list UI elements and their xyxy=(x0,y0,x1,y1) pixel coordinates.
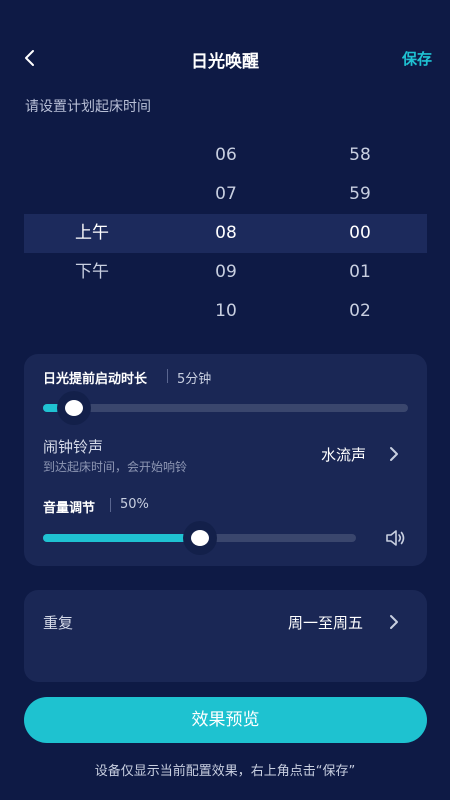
divider xyxy=(110,498,111,512)
settings-card: 日光提前启动时长 5分钟 闹钟铃声 到达起床时间，会开始响铃 水流声 音量调节 … xyxy=(24,354,427,566)
hour-option-selected[interactable]: 08 xyxy=(186,214,266,253)
divider xyxy=(167,369,168,383)
sunlight-duration-label: 日光提前启动时长 xyxy=(43,372,148,387)
slider-knob xyxy=(190,530,209,546)
hour-option[interactable]: 06 xyxy=(186,136,266,175)
repeat-label: 重复 xyxy=(43,614,74,632)
volume-slider-handle[interactable] xyxy=(182,521,217,555)
volume-slider-fill xyxy=(43,534,200,542)
volume-value: 50% xyxy=(120,497,149,512)
minute-option[interactable]: 58 xyxy=(320,136,400,175)
sunlight-duration-value: 5分钟 xyxy=(177,372,212,387)
alarm-ringtone-value[interactable]: 水流声 xyxy=(321,444,366,465)
alarm-ringtone-title: 闹钟铃声 xyxy=(43,438,104,456)
minute-option[interactable]: 59 xyxy=(320,175,400,214)
ampm-option[interactable]: 上午 xyxy=(52,214,132,253)
hour-option[interactable]: 10 xyxy=(186,292,266,331)
minute-option-selected[interactable]: 00 xyxy=(320,214,400,253)
ampm-option[interactable]: 下午 xyxy=(52,253,132,292)
header-bar: 日光唤醒 保存 xyxy=(0,36,450,80)
wake-time-instruction: 请设置计划起床时间 xyxy=(25,99,151,115)
speaker-icon[interactable] xyxy=(384,527,408,549)
hour-option[interactable]: 09 xyxy=(186,253,266,292)
repeat-value[interactable]: 周一至周五 xyxy=(288,612,363,633)
alarm-ringtone-subtitle: 到达起床时间，会开始响铃 xyxy=(43,460,188,474)
repeat-card[interactable]: 重复 周一至周五 xyxy=(24,590,427,682)
volume-label: 音量调节 xyxy=(43,501,96,516)
sunlight-duration-slider[interactable] xyxy=(43,404,408,412)
sunlight-slider-handle[interactable] xyxy=(57,391,92,425)
chevron-right-icon[interactable] xyxy=(388,446,400,462)
minute-option[interactable]: 01 xyxy=(320,253,400,292)
footer-note: 设备仅显示当前配置效果，右上角点击“保存” xyxy=(94,764,356,779)
slider-knob xyxy=(65,400,84,416)
preview-effect-button[interactable]: 效果预览 xyxy=(24,697,427,743)
wake-time-picker[interactable]: 上午 下午 06 07 08 09 10 58 59 00 01 02 xyxy=(24,136,427,331)
chevron-right-icon[interactable] xyxy=(388,614,400,630)
save-button[interactable]: 保存 xyxy=(402,48,432,69)
hour-option[interactable]: 07 xyxy=(186,175,266,214)
page-title: 日光唤醒 xyxy=(191,52,259,72)
minute-option[interactable]: 02 xyxy=(320,292,400,331)
